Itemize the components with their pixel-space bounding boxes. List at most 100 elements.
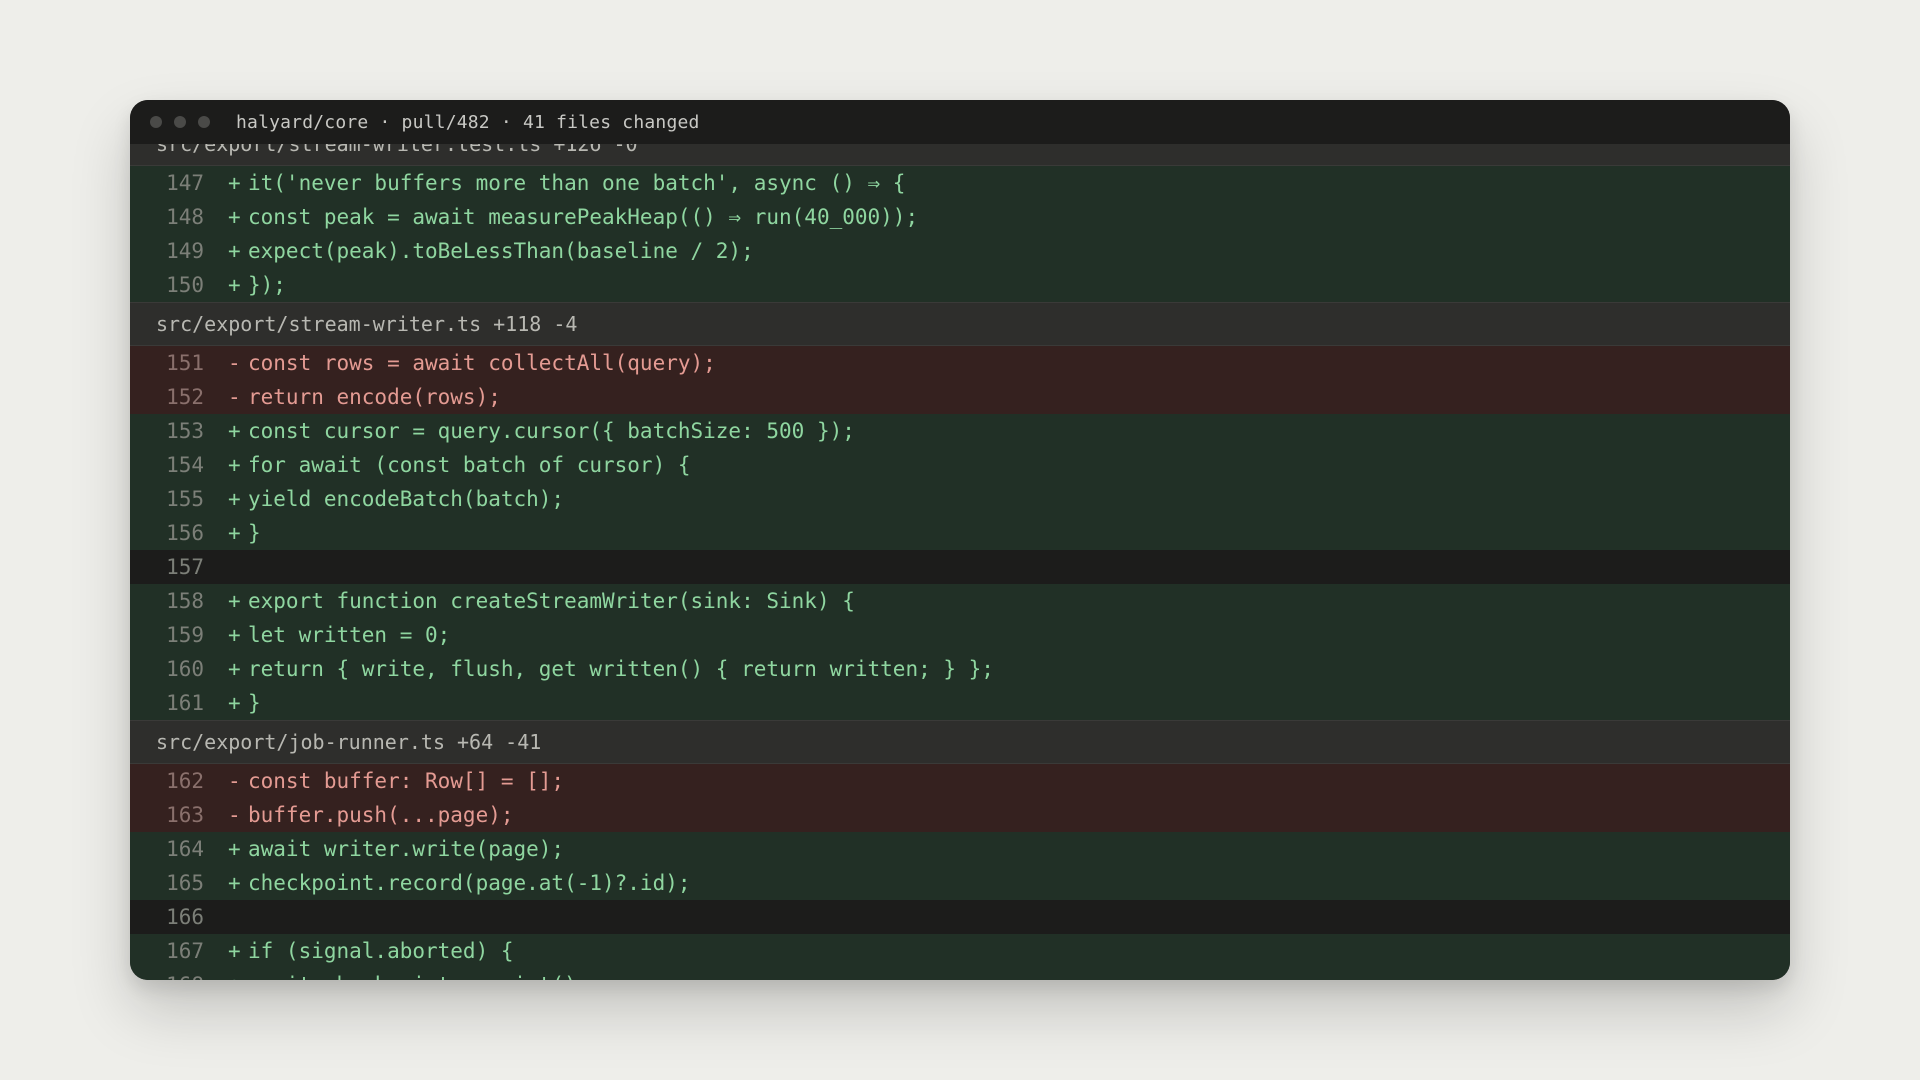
added-line[interactable]: 148 + const peak = await measurePeakHeap((… [130,200,1790,234]
file-change-stats: +118 -4 [493,312,578,336]
line-number: 149 [166,239,204,263]
code-text: const buffer: Row[] = []; [248,769,565,793]
added-line[interactable]: 164 + await writer.write(page); [130,832,1790,866]
file-path: src/export/job-runner.ts [156,730,445,754]
line-number: 158 [166,589,204,613]
code-text: return encode(rows); [248,385,501,409]
line-number: 150 [166,273,204,297]
diff-sign: + [228,657,241,681]
file-change-stats: +64 -41 [456,730,542,754]
minimize-window-dot[interactable] [174,116,186,128]
code-text: let written = 0; [248,623,451,647]
added-line[interactable]: 167 + if (signal.aborted) { [130,934,1790,968]
line-number: 151 [166,351,204,375]
code-text: } [248,521,261,545]
code-text: }); [248,273,286,297]
line-number: 148 [166,205,204,229]
file-change-stats: +126 -0 [553,144,638,156]
diff-sign: + [228,239,241,263]
line-number: 168 [130,973,204,980]
window-controls [150,116,210,128]
added-line[interactable]: 155 + yield encodeBatch(batch); [130,482,1790,516]
line-number: 157 [166,555,204,579]
diff-sign: + [228,939,241,963]
file-path: src/export/stream-writer.ts [156,312,482,336]
removed-line[interactable]: 151- const rows = await collectAll(query)… [130,346,1790,380]
line-number: 166 [166,905,204,929]
diff-sign: + [228,521,241,545]
maximize-window-dot[interactable] [198,116,210,128]
added-line[interactable]: 165 + checkpoint.record(page.at(-1)?.id); [130,866,1790,900]
diff-sign: + [228,273,241,297]
removed-line[interactable]: 162- const buffer: Row[] = []; [130,764,1790,798]
diff-sign: + [228,871,241,895]
line-number: 159 [166,623,204,647]
diff-sign: + [228,973,248,980]
code-text: for await (const batch of cursor) { [248,453,691,477]
code-text: const cursor = query.cursor({ batchSize:… [248,419,855,443]
line-number: 163 [166,803,204,827]
code-text: } [248,691,261,715]
diff-body: src/export/stream-writer.test.ts +126 -0 1… [130,144,1790,980]
line-number: 164 [166,837,204,861]
file-header[interactable]: src/export/stream-writer.ts +118 -4 [130,302,1790,346]
removed-line[interactable]: 152- return encode(rows); [130,380,1790,414]
code-text: const peak = await measurePeakHeap(() ⇒ … [248,205,919,229]
diff-sign: + [228,487,241,511]
file-path: src/export/stream-writer.test.ts [156,144,542,156]
line-number: 152 [166,385,204,409]
added-line[interactable]: 154 + for await (const batch of cursor) { [130,448,1790,482]
diff-sign: + [228,453,241,477]
line-number: 160 [166,657,204,681]
file-header[interactable]: src/export/stream-writer.test.ts +126 -0 [130,144,1790,166]
diff-sign: - [228,351,241,375]
added-line[interactable]: 149 + expect(peak).toBeLessThan(baseline /… [130,234,1790,268]
diff-sign: + [228,837,241,861]
file-header[interactable]: src/export/job-runner.ts +64 -41 [130,720,1790,764]
diff-sign: + [228,205,241,229]
window-title: halyard/core · pull/482 · 41 files chang… [236,111,700,133]
line-number: 167 [166,939,204,963]
added-line[interactable]: 159 + let written = 0; [130,618,1790,652]
diff-viewport[interactable]: src/export/stream-writer.test.ts +126 -0 1… [130,144,1790,980]
code-text: yield encodeBatch(batch); [248,487,565,511]
code-text: await writer.write(page); [248,837,565,861]
code-text: if (signal.aborted) { [248,939,514,963]
diff-sign: - [228,803,241,827]
close-window-dot[interactable] [150,116,162,128]
line-number: 161 [166,691,204,715]
line-number: 154 [166,453,204,477]
code-text: it('never buffers more than one batch', … [248,171,906,195]
context-line[interactable]: 166 [130,900,1790,934]
line-number: 162 [166,769,204,793]
added-line[interactable]: 168 +await checkpoint.persist(); [130,968,1790,980]
diff-sign: + [228,589,241,613]
added-line[interactable]: 147 + it('never buffers more than one batc… [130,166,1790,200]
removed-line[interactable]: 163- buffer.push(...page); [130,798,1790,832]
diff-window: halyard/core · pull/482 · 41 files chang… [130,100,1790,980]
line-number: 147 [166,171,204,195]
added-line[interactable]: 161 +} [130,686,1790,720]
title-bar: halyard/core · pull/482 · 41 files chang… [130,100,1790,144]
diff-sign: + [228,691,241,715]
added-line[interactable]: 160 + return { write, flush, get written()… [130,652,1790,686]
code-text: expect(peak).toBeLessThan(baseline / 2); [248,239,754,263]
added-line[interactable]: 156 +} [130,516,1790,550]
context-line[interactable]: 157 [130,550,1790,584]
line-number: 165 [166,871,204,895]
diff-sign: - [228,769,241,793]
diff-sign: + [228,419,241,443]
added-line[interactable]: 158 + export function createStreamWriter(s… [130,584,1790,618]
diff-sign: - [228,385,241,409]
line-number: 153 [166,419,204,443]
line-number: 155 [166,487,204,511]
code-text: buffer.push(...page); [248,803,514,827]
code-text: await checkpoint.persist(); [248,973,1790,980]
code-text: const rows = await collectAll(query); [248,351,716,375]
diff-sign: + [228,623,241,647]
code-text: export function createStreamWriter(sink:… [248,589,855,613]
added-line[interactable]: 153 + const cursor = query.cursor({ batchS… [130,414,1790,448]
diff-sign: + [228,171,241,195]
added-line[interactable]: 150 +}); [130,268,1790,302]
line-number: 156 [166,521,204,545]
